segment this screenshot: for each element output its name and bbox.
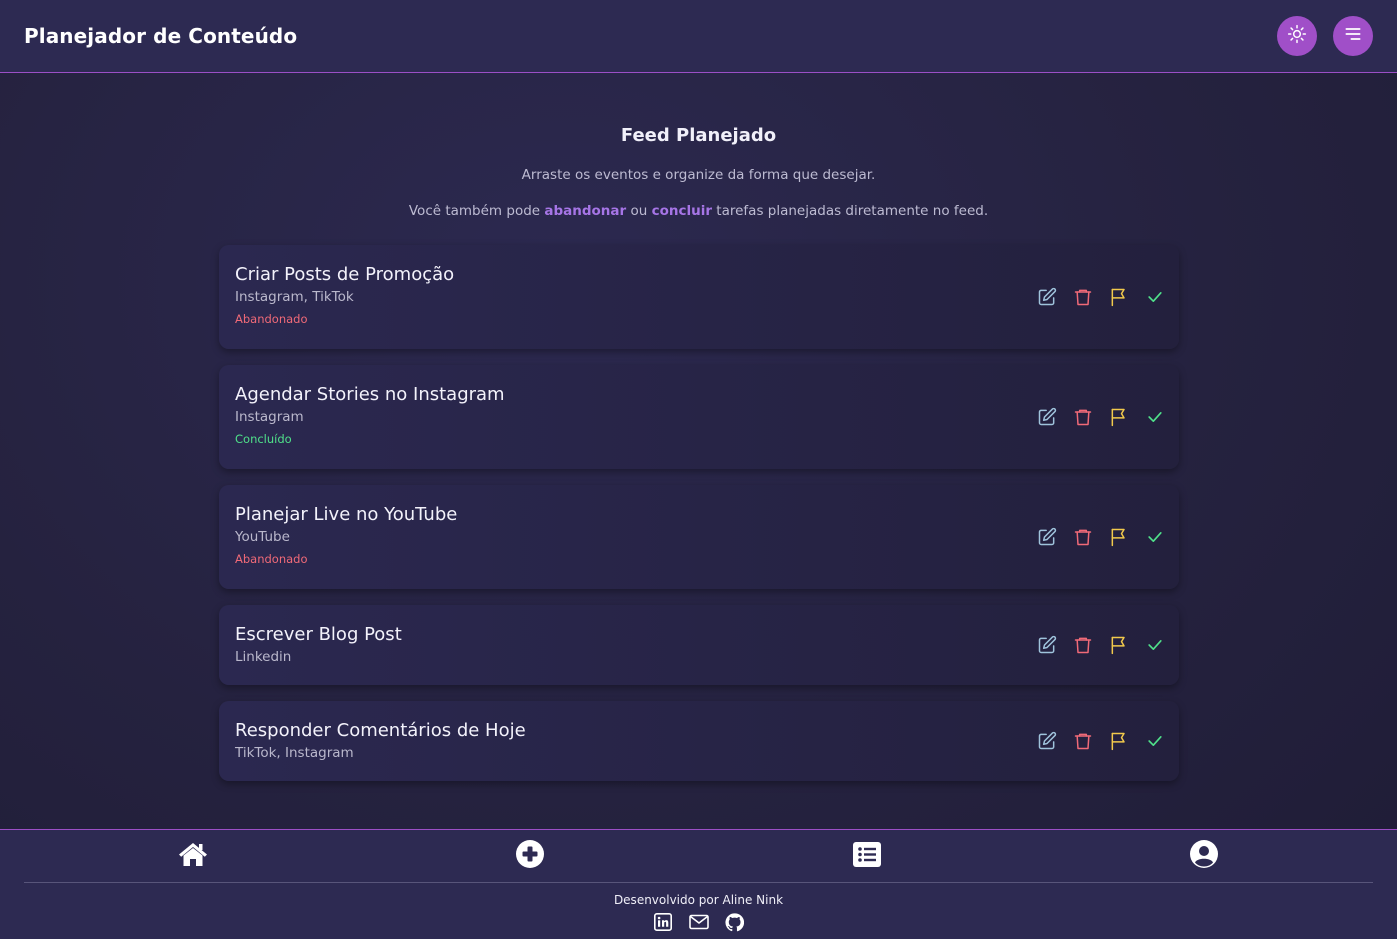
page-hint: Você também pode abandonar ou concluir t…: [0, 203, 1397, 219]
card-title: Criar Posts de Promoção: [235, 264, 455, 285]
edit-icon[interactable]: [1037, 287, 1057, 307]
app-title: Planejador de Conteúdo: [24, 24, 298, 48]
page-subtitle: Arraste os eventos e organize da forma q…: [521, 167, 876, 183]
feed-card[interactable]: Escrever Blog Post Linkedin: [219, 605, 1179, 685]
check-icon[interactable]: [1145, 407, 1165, 427]
flag-icon[interactable]: [1109, 635, 1129, 655]
card-platforms: Instagram: [235, 409, 304, 425]
home-icon: [178, 841, 208, 871]
hint-text-middle: ou: [626, 203, 652, 219]
linkedin-icon[interactable]: [653, 912, 673, 932]
card-actions: [1037, 527, 1165, 547]
card-actions: [1037, 287, 1165, 307]
hint-abandon-word: abandonar: [544, 203, 627, 219]
nav-add[interactable]: [361, 830, 698, 882]
trash-icon[interactable]: [1073, 287, 1093, 307]
edit-icon[interactable]: [1037, 635, 1057, 655]
header-actions: [1277, 16, 1373, 56]
user-circle-icon: [1190, 840, 1219, 872]
card-platforms: YouTube: [235, 529, 290, 545]
card-status: Concluído: [235, 432, 292, 446]
add-circle-icon: [515, 840, 544, 872]
nav-home[interactable]: [24, 830, 361, 882]
hint-text-after: tarefas planejadas diretamente no feed.: [712, 203, 989, 219]
card-title: Responder Comentários de Hoje: [235, 720, 526, 741]
edit-icon[interactable]: [1037, 407, 1057, 427]
card-platforms: TikTok, Instagram: [235, 745, 354, 761]
card-actions: [1037, 407, 1165, 427]
page-title: Feed Planejado: [620, 125, 777, 146]
feed-card[interactable]: Planejar Live no YouTube YouTube Abandon…: [219, 485, 1179, 589]
sun-icon: [1287, 24, 1307, 48]
check-icon[interactable]: [1145, 287, 1165, 307]
trash-icon[interactable]: [1073, 731, 1093, 751]
card-status: Abandonado: [235, 552, 308, 566]
feed-card[interactable]: Responder Comentários de Hoje TikTok, In…: [219, 701, 1179, 781]
main-content: Feed Planejado Arraste os eventos e orga…: [0, 73, 1397, 829]
card-actions: [1037, 635, 1165, 655]
card-title: Planejar Live no YouTube: [235, 504, 458, 525]
footer-credits: Desenvolvido por Aline Nink: [613, 893, 784, 907]
flag-icon[interactable]: [1109, 287, 1129, 307]
theme-toggle-button[interactable]: [1277, 16, 1317, 56]
trash-icon[interactable]: [1073, 527, 1093, 547]
nav-list[interactable]: [699, 830, 1036, 882]
feed-list: Criar Posts de Promoção Instagram, TikTo…: [219, 245, 1179, 797]
check-icon[interactable]: [1145, 527, 1165, 547]
app-header: Planejador de Conteúdo: [0, 0, 1397, 73]
hint-complete-word: concluir: [651, 203, 713, 219]
hint-text-before: Você também pode: [408, 203, 545, 219]
card-actions: [1037, 731, 1165, 751]
bottom-nav: [24, 830, 1373, 883]
check-icon[interactable]: [1145, 731, 1165, 751]
trash-icon[interactable]: [1073, 635, 1093, 655]
trash-icon[interactable]: [1073, 407, 1093, 427]
flag-icon[interactable]: [1109, 731, 1129, 751]
card-title: Escrever Blog Post: [235, 624, 402, 645]
social-links: [0, 912, 1397, 932]
nav-profile[interactable]: [1036, 830, 1373, 882]
check-icon[interactable]: [1145, 635, 1165, 655]
flag-icon[interactable]: [1109, 527, 1129, 547]
menu-button[interactable]: [1333, 16, 1373, 56]
flag-icon[interactable]: [1109, 407, 1129, 427]
app-footer: Desenvolvido por Aline Nink: [0, 829, 1397, 939]
card-platforms: Linkedin: [235, 649, 292, 665]
feed-card[interactable]: Criar Posts de Promoção Instagram, TikTo…: [219, 245, 1179, 349]
edit-icon[interactable]: [1037, 731, 1057, 751]
card-platforms: Instagram, TikTok: [235, 289, 354, 305]
mail-icon[interactable]: [688, 912, 709, 932]
edit-icon[interactable]: [1037, 527, 1057, 547]
card-title: Agendar Stories no Instagram: [235, 384, 505, 405]
card-status: Abandonado: [235, 312, 308, 326]
github-icon[interactable]: [725, 912, 745, 932]
menu-icon: [1343, 24, 1363, 48]
list-icon: [853, 841, 882, 871]
feed-card[interactable]: Agendar Stories no Instagram Instagram C…: [219, 365, 1179, 469]
